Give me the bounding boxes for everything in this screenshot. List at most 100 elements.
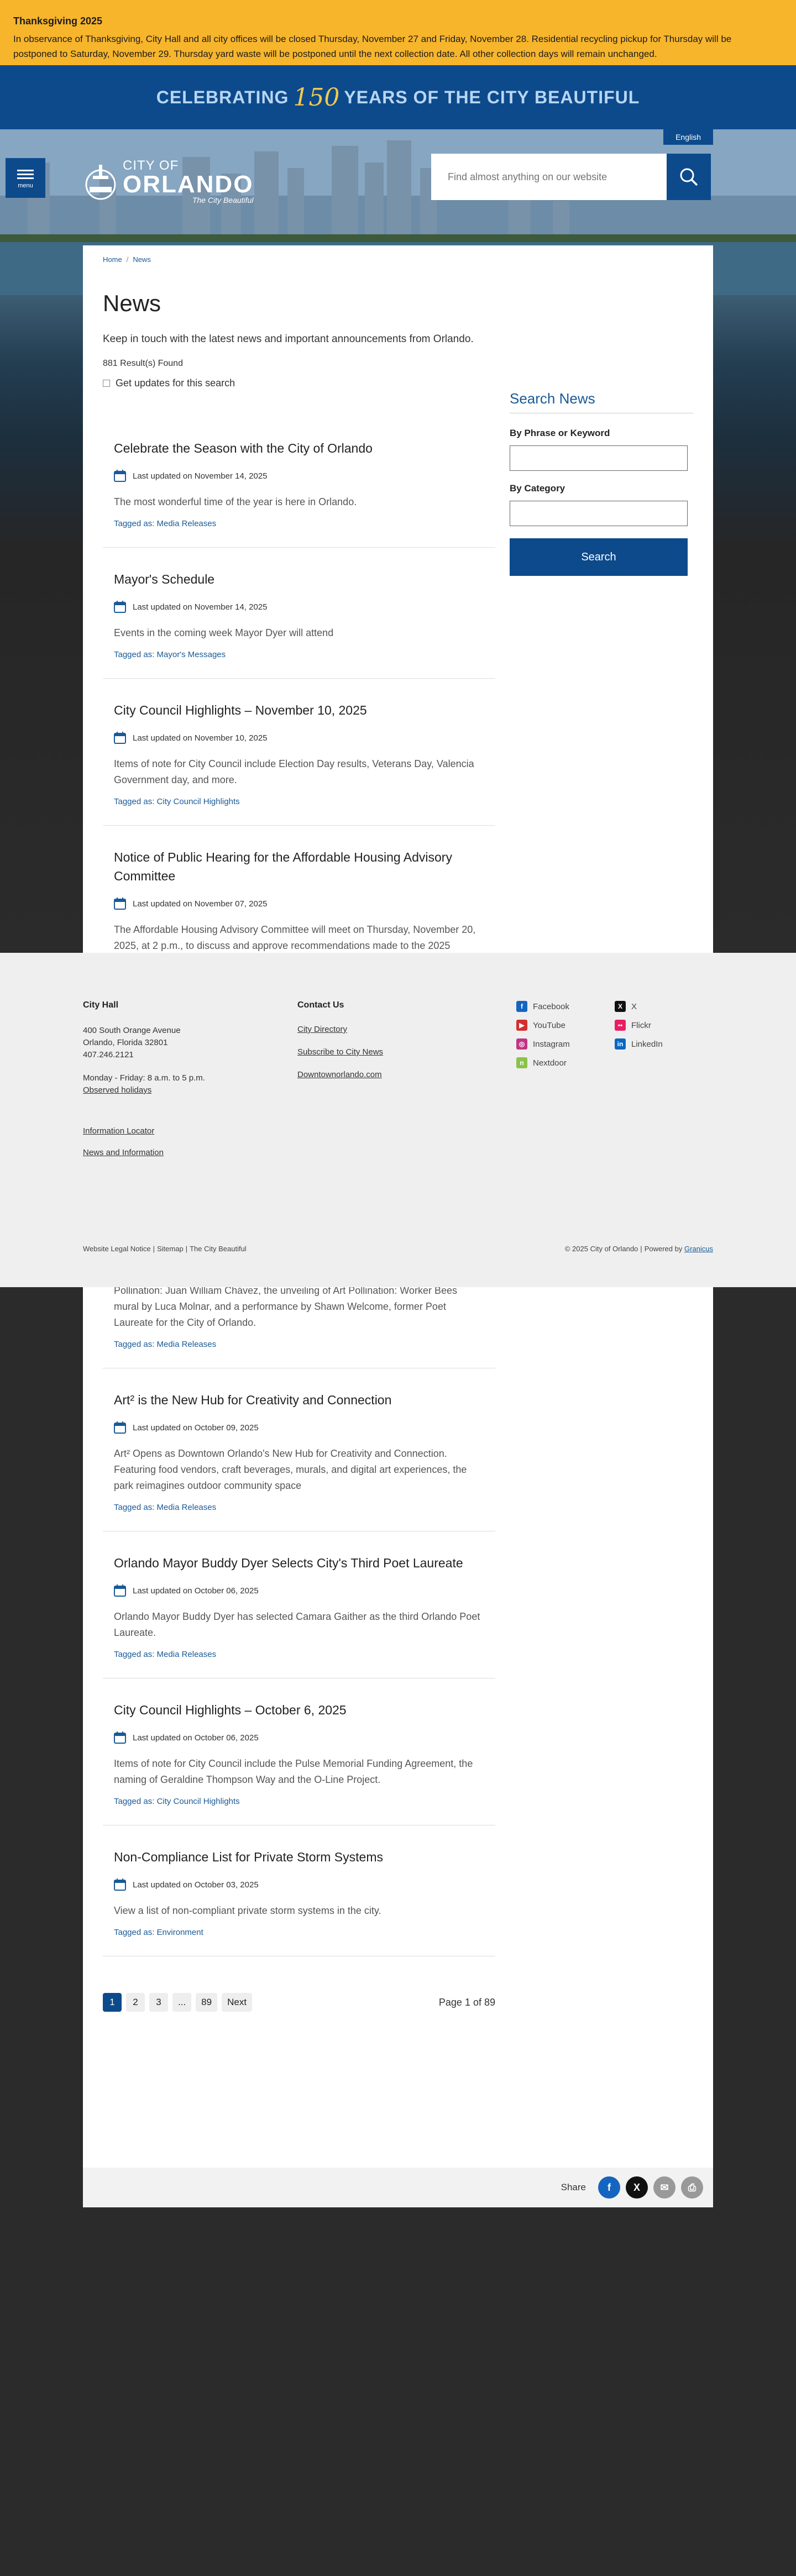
news-item-tags[interactable]: Tagged as: Environment (114, 1928, 484, 1937)
linkedin-icon: in (615, 1038, 626, 1050)
legal-notice-link[interactable]: Website Legal Notice (83, 1245, 151, 1253)
calendar-icon (114, 470, 126, 482)
news-item-tags[interactable]: Tagged as: City Council Highlights (114, 797, 484, 806)
footer-directory-link[interactable]: City Directory (297, 1025, 383, 1034)
news-item-title[interactable]: Mayor's Schedule (114, 570, 484, 589)
banner-number: 150 (293, 83, 340, 112)
site-search-button[interactable] (667, 154, 711, 200)
alert-title: Thanksgiving 2025 (13, 15, 103, 27)
news-item: Non-Compliance List for Private Storm Sy… (103, 1825, 495, 1956)
category-select[interactable] (510, 501, 688, 526)
page-title: News (103, 290, 161, 316)
next-page-button[interactable]: Next (222, 1993, 253, 2012)
menu-label: menu (18, 182, 33, 189)
search-news-button[interactable]: Search (510, 538, 688, 576)
news-item-meta: Last updated on October 03, 2025 (114, 1879, 484, 1891)
footer-address-line1: 400 South Orange Avenue (83, 1026, 181, 1035)
social-youtube[interactable]: ▶ YouTube (516, 1016, 570, 1035)
social-facebook[interactable]: f Facebook (516, 997, 570, 1016)
facebook-share-icon[interactable]: f (598, 2176, 620, 2199)
news-item-tags[interactable]: Tagged as: Media Releases (114, 519, 484, 528)
page-link[interactable]: ... (172, 1993, 192, 2012)
nextdoor-icon: n (516, 1057, 527, 1068)
breadcrumb: Home / News (83, 245, 713, 274)
news-item-tags[interactable]: Tagged as: Media Releases (114, 1650, 484, 1659)
sitemap-link[interactable]: Sitemap (157, 1245, 184, 1253)
anniversary-banner: CELEBRATING 150 YEARS OF THE CITY BEAUTI… (0, 65, 796, 129)
news-item-title[interactable]: Non-Compliance List for Private Storm Sy… (114, 1848, 484, 1866)
banner-right: YEARS OF THE CITY BEAUTIFUL (344, 87, 640, 107)
news-item-tags[interactable]: Tagged as: Media Releases (114, 1340, 484, 1349)
page-link[interactable]: 3 (149, 1993, 168, 2012)
logo-orlando: ORLANDO (123, 171, 254, 198)
news-item-title[interactable]: Celebrate the Season with the City of Or… (114, 439, 484, 458)
news-item-summary: The most wonderful time of the year is h… (114, 496, 357, 507)
breadcrumb-home[interactable]: Home (103, 255, 122, 264)
x-icon: X (615, 1001, 626, 1012)
news-item-summary: Items of note for City Council include t… (114, 1758, 473, 1785)
language-selector[interactable]: English (663, 129, 713, 145)
news-item-title[interactable]: Art² is the New Hub for Creativity and C… (114, 1391, 484, 1409)
youtube-icon: ▶ (516, 1020, 527, 1031)
footer-address-line2: Orlando, Florida 32801 (83, 1038, 168, 1047)
news-item-date: Last updated on October 06, 2025 (133, 1733, 259, 1743)
news-item-tags[interactable]: Tagged as: Media Releases (114, 1503, 484, 1512)
breadcrumb-news[interactable]: News (133, 255, 151, 264)
news-item-tags[interactable]: Tagged as: City Council Highlights (114, 1797, 484, 1806)
news-item-title[interactable]: City Council Highlights – October 6, 202… (114, 1701, 484, 1719)
news-item-date: Last updated on November 07, 2025 (133, 899, 268, 909)
news-item-title[interactable]: City Council Highlights – November 10, 2… (114, 701, 484, 720)
city-hall-logo-icon (85, 165, 116, 200)
footer-phone: 407.246.2121 (83, 1050, 134, 1059)
footer-contact-title: Contact Us (297, 1000, 344, 1010)
updates-option[interactable]: Get updates for this search (103, 377, 693, 389)
news-item-title[interactable]: Orlando Mayor Buddy Dyer Selects City's … (114, 1554, 484, 1572)
page-info: Page 1 of 89 (438, 1996, 495, 2008)
footer-city-hall: City Hall 400 South Orange Avenue Orland… (83, 1000, 205, 1157)
news-item-meta: Last updated on October 09, 2025 (114, 1421, 484, 1434)
site-search-input[interactable] (431, 154, 667, 200)
calendar-icon (114, 1585, 126, 1597)
social-flickr[interactable]: •• Flickr (615, 1016, 663, 1035)
footer-subscribe-link[interactable]: Subscribe to City News (297, 1047, 383, 1057)
news-item-meta: Last updated on October 06, 2025 (114, 1732, 484, 1744)
footer-city-hall-title: City Hall (83, 1000, 119, 1010)
footer-contact: Contact Us City Directory Subscribe to C… (297, 1000, 383, 1079)
news-item-date: Last updated on October 09, 2025 (133, 1423, 259, 1433)
page-link[interactable]: 2 (126, 1993, 145, 2012)
calendar-icon (114, 1879, 126, 1891)
social-linkedin[interactable]: in LinkedIn (615, 1035, 663, 1053)
keyword-input[interactable] (510, 445, 688, 471)
news-item-summary: Art² Opens as Downtown Orlando's New Hub… (114, 1448, 467, 1491)
footer-downtown-link[interactable]: Downtownorlando.com (297, 1070, 383, 1079)
news-item-meta: Last updated on November 14, 2025 (114, 601, 484, 613)
social-x[interactable]: XX (615, 997, 663, 1016)
powered-by: Powered by (644, 1245, 683, 1253)
menu-button[interactable]: menu (6, 158, 45, 198)
sidebar-title: Search News (510, 390, 693, 413)
calendar-icon (114, 1421, 126, 1434)
share-bar: Share f X ✉ ⎙ (83, 2168, 713, 2207)
granicus-link[interactable]: Granicus (684, 1245, 713, 1253)
news-item-summary: Events in the coming week Mayor Dyer wil… (114, 627, 334, 638)
updates-checkbox[interactable] (103, 380, 110, 387)
calendar-icon (114, 732, 126, 744)
print-share-icon[interactable]: ⎙ (681, 2176, 703, 2199)
x-share-icon[interactable]: X (626, 2176, 648, 2199)
calendar-icon (114, 898, 126, 910)
site-footer: City Hall 400 South Orange Avenue Orland… (0, 953, 796, 1287)
updates-label: Get updates for this search (116, 377, 235, 389)
page-link[interactable]: 1 (103, 1993, 122, 2012)
results-count: 881 Result(s) Found (103, 359, 183, 368)
social-instagram[interactable]: ◎ Instagram (516, 1035, 570, 1053)
footer-information-locator-link[interactable]: Information Locator (83, 1126, 205, 1136)
social-nextdoor[interactable]: n Nextdoor (516, 1053, 570, 1072)
breadcrumb-separator: / (126, 255, 129, 264)
footer-holidays-link[interactable]: Observed holidays (83, 1084, 205, 1096)
email-share-icon[interactable]: ✉ (653, 2176, 675, 2199)
page-link[interactable]: 89 (196, 1993, 218, 2012)
site-logo[interactable]: CITY OF ORLANDO The City Beautiful (82, 158, 253, 204)
news-item-title[interactable]: Notice of Public Hearing for the Afforda… (114, 848, 484, 885)
news-item-tags[interactable]: Tagged as: Mayor's Messages (114, 650, 484, 659)
footer-news-link[interactable]: News and Information (83, 1148, 205, 1157)
